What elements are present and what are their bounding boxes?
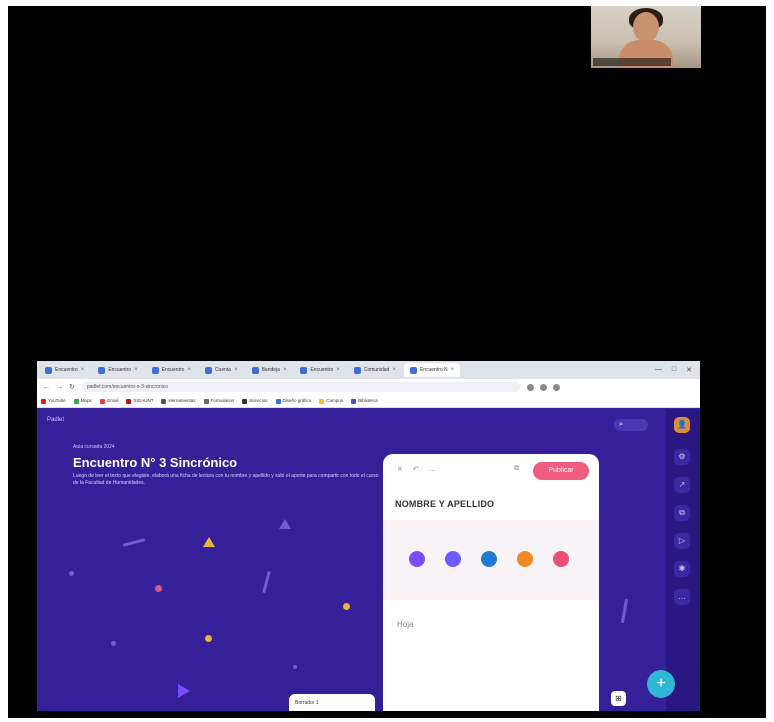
browser-tab-active[interactable]: Encuentro N × [403, 363, 461, 377]
padlet-board: Padlet Aula cursada 2024 Encuentro N° 3 … [37, 409, 700, 711]
forward-icon[interactable]: → [56, 384, 63, 391]
bookmark-item[interactable]: Gmail [99, 398, 118, 404]
browser-tab[interactable]: Encuentro × [92, 363, 144, 377]
decor-dot [111, 641, 116, 646]
close-icon[interactable]: × [187, 367, 191, 373]
decor-triangle [203, 537, 215, 547]
document-icon[interactable] [409, 551, 425, 567]
more-icon[interactable]: … [674, 589, 690, 605]
decor-triangle [178, 684, 190, 698]
bookmarks-bar: YouTube Maps Gmail SIGAUNT Herramientas … [37, 395, 700, 408]
close-window-icon[interactable]: ✕ [686, 366, 692, 374]
bookmark-item[interactable]: Maps [73, 398, 92, 404]
slideshow-icon[interactable]: ▷ [674, 533, 690, 549]
bookmark-star-icon[interactable] [539, 383, 547, 391]
search-button[interactable]: ⌕ [614, 419, 648, 431]
browser-tab[interactable]: Comunidad × [347, 363, 402, 377]
expand-icon[interactable]: ⧉ [514, 465, 519, 473]
decor-dot [205, 635, 212, 642]
browser-tab[interactable]: Encuentro × [39, 363, 91, 377]
back-icon[interactable]: ← [43, 384, 50, 391]
bookmark-item[interactable]: Herramientas [161, 398, 196, 404]
attachment-picker [383, 520, 599, 600]
browser-tab[interactable]: Encuentro × [145, 363, 197, 377]
bookmark-item[interactable]: Biblioteca [351, 398, 378, 404]
right-toolbar: 👤 ⚙ ↗ ⧉ ▷ ✱ … [666, 409, 700, 711]
search-icon: ⌕ [619, 421, 623, 428]
bookmark-item[interactable]: Servicios [242, 398, 268, 404]
tab-favicon-icon [204, 366, 212, 374]
avatar[interactable]: 👤 [674, 417, 690, 433]
close-icon[interactable]: × [81, 367, 85, 373]
tab-favicon-icon [353, 366, 361, 374]
add-post-button[interactable]: + [647, 670, 675, 698]
participant-name [593, 58, 671, 66]
image-icon[interactable] [517, 551, 533, 567]
url-field[interactable]: padlet.com/encuentro-n-3-sincronico [80, 382, 521, 392]
decor-dot [155, 585, 162, 592]
close-icon[interactable]: × [134, 367, 138, 373]
address-bar: ← → ↻ padlet.com/encuentro-n-3-sincronic… [37, 379, 700, 395]
close-icon[interactable]: ✕ [397, 465, 403, 473]
more-icon[interactable]: … [429, 466, 436, 473]
board-author: Aula cursada 2024 [73, 444, 115, 450]
close-icon[interactable]: × [451, 367, 455, 373]
decor-triangle [279, 519, 291, 529]
close-icon[interactable]: × [392, 367, 396, 373]
participant-video[interactable] [591, 6, 701, 68]
maximize-icon[interactable]: □ [672, 366, 676, 374]
publish-button[interactable]: Publicar [533, 462, 589, 480]
close-icon[interactable]: × [283, 367, 287, 373]
profile-icon[interactable] [552, 383, 560, 391]
fullscreen-icon[interactable]: ⊞ [611, 691, 626, 706]
bookmark-item[interactable]: Campus [319, 398, 343, 404]
tab-favicon-icon [98, 366, 106, 374]
subject-field[interactable]: NOMBRE Y APELLIDO [395, 499, 494, 509]
padlet-logo[interactable]: Padlet [47, 417, 64, 423]
remake-icon[interactable]: ✱ [674, 561, 690, 577]
decor-squiggle [122, 538, 146, 547]
bookmark-item[interactable]: Diseño gráfico [275, 398, 311, 404]
close-icon[interactable]: × [234, 367, 238, 373]
reload-icon[interactable]: ↻ [69, 383, 75, 391]
browser-tab-strip: Encuentro × Encuentro × Encuentro × Cuenta ×… [37, 361, 700, 379]
tab-favicon-icon [251, 366, 259, 374]
more-attach-icon[interactable] [553, 551, 569, 567]
tab-favicon-icon [409, 366, 417, 374]
decor-squiggle [262, 570, 271, 594]
undo-icon[interactable]: ↶ [413, 465, 419, 473]
bookmark-item[interactable]: Formularios [203, 398, 234, 404]
copy-icon[interactable]: ⧉ [674, 505, 690, 521]
link-icon[interactable] [445, 551, 461, 567]
decor-squiggle [620, 598, 629, 624]
post-composer: ✕ ↶ … ⧉ Publicar NOMBRE Y APELLIDO Hoja [383, 454, 599, 711]
decor-dot [293, 665, 297, 669]
window-controls: — □ ✕ [655, 366, 700, 374]
share-icon[interactable]: ↗ [674, 477, 690, 493]
bookmark-item[interactable]: SIGAUNT [126, 398, 153, 404]
decor-dot [343, 603, 350, 610]
shared-screen: Encuentro × Encuentro × Encuentro × Cuenta ×… [37, 361, 700, 711]
minimize-icon[interactable]: — [655, 366, 662, 374]
camera-icon[interactable] [481, 551, 497, 567]
board-title: Encuentro N° 3 Sincrónico [73, 455, 238, 470]
post-body-field[interactable]: Hoja [397, 620, 413, 629]
draft-card[interactable]: Borrador 1 [289, 694, 375, 711]
extension-icon[interactable] [526, 383, 534, 391]
tab-favicon-icon [151, 366, 159, 374]
board-description: Luego de leer el texto que elegiste, ela… [73, 473, 379, 486]
tab-favicon-icon [300, 366, 308, 374]
settings-icon[interactable]: ⚙ [674, 449, 690, 465]
close-icon[interactable]: × [336, 367, 340, 373]
tab-favicon-icon [45, 366, 52, 374]
browser-tab[interactable]: Bandeja × [245, 363, 293, 377]
bookmark-item[interactable]: YouTube [41, 398, 66, 404]
browser-tab[interactable]: Encuentro × [294, 363, 346, 377]
decor-dot [69, 571, 74, 576]
browser-tab[interactable]: Cuenta × [198, 363, 244, 377]
